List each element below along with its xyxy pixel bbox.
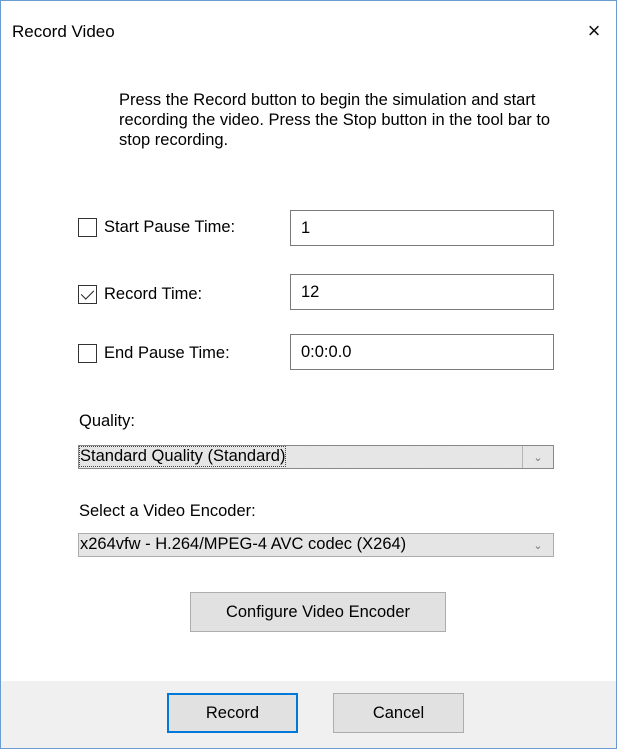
start-pause-time-label: Start Pause Time: (104, 217, 236, 236)
close-icon[interactable]: × (579, 16, 609, 46)
record-time-row[interactable]: Record Time: (78, 282, 202, 306)
end-pause-time-row[interactable]: End Pause Time: (78, 341, 230, 365)
chevron-down-icon[interactable]: ⌄ (522, 446, 553, 468)
chevron-down-icon[interactable]: ⌄ (523, 534, 553, 556)
encoder-select[interactable]: x264vfw - H.264/MPEG-4 AVC codec (X264) … (78, 533, 554, 557)
record-time-input[interactable]: 12 (290, 274, 554, 310)
end-pause-time-checkbox[interactable] (78, 343, 97, 363)
encoder-selected-value: x264vfw - H.264/MPEG-4 AVC codec (X264) (80, 535, 407, 553)
record-time-label: Record Time: (104, 284, 203, 303)
encoder-label: Select a Video Encoder: (79, 502, 256, 520)
quality-label: Quality: (79, 412, 135, 430)
quality-select[interactable]: Standard Quality (Standard) ⌄ (78, 445, 554, 469)
start-pause-time-input[interactable]: 1 (290, 210, 554, 246)
window-title: Record Video (12, 22, 115, 41)
configure-video-encoder-button[interactable]: Configure Video Encoder (190, 592, 446, 632)
start-pause-time-row[interactable]: Start Pause Time: (78, 215, 235, 239)
start-pause-time-checkbox[interactable] (78, 217, 97, 237)
cancel-button[interactable]: Cancel (333, 693, 464, 733)
record-video-dialog: Record Video × Press the Record button t… (0, 0, 617, 749)
quality-selected-value: Standard Quality (Standard) (78, 446, 287, 467)
end-pause-time-label: End Pause Time: (104, 343, 230, 362)
instructions-text: Press the Record button to begin the sim… (119, 91, 551, 149)
record-time-checkbox[interactable] (78, 284, 97, 304)
record-button[interactable]: Record (167, 693, 298, 733)
title-bar: Record Video × (1, 1, 616, 63)
end-pause-time-input[interactable]: 0:0:0.0 (290, 334, 554, 370)
button-bar (1, 681, 616, 748)
